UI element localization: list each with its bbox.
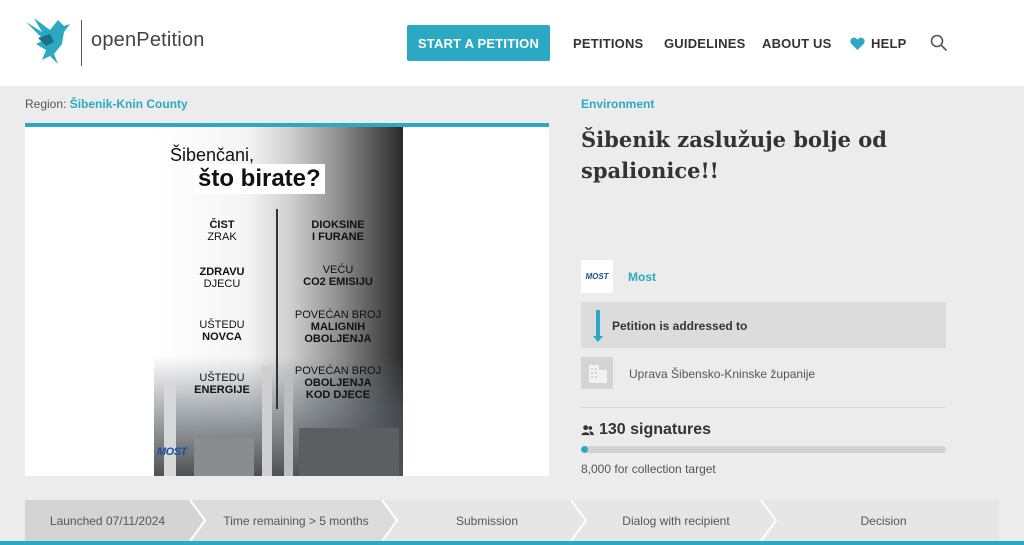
building-icon [581, 357, 613, 389]
start-petition-button[interactable]: START A PETITION [407, 25, 550, 61]
site-header: openPetition START A PETITION PETITIONS … [0, 0, 1024, 86]
poster-building [299, 428, 399, 476]
addressed-to-box: Petition is addressed to [581, 302, 946, 348]
step-dialog: Dialog with recipient [622, 514, 730, 528]
logo-divider [81, 20, 82, 66]
search-icon[interactable] [930, 34, 948, 52]
nav-petitions[interactable]: PETITIONS [573, 36, 643, 51]
poster-line1: Šibenčani, [170, 145, 255, 165]
region-label: Region: [25, 97, 67, 111]
category-link[interactable]: Environment [581, 97, 654, 111]
arrow-head [593, 336, 603, 342]
step-decision: Decision [860, 514, 907, 528]
arrow-down-icon [596, 310, 600, 338]
step-submission: Submission [455, 514, 519, 528]
bird-logo-icon[interactable] [24, 16, 72, 66]
poster-right-item: POVEĆAN BROJ OBOLJENJA KOD DJECE [294, 365, 382, 401]
poster-right-item: DIOKSINE I FURANE [311, 219, 365, 243]
org-logo[interactable]: MOST [581, 260, 613, 293]
bottom-accent-bar [0, 541, 1024, 545]
nav-help-label: HELP [871, 36, 907, 51]
poster-left-item: ZDRAVU DJECU [199, 266, 245, 290]
signatures-count: 130 signatures [581, 421, 711, 439]
poster-left-item: ČIST ZRAK [207, 219, 237, 243]
poster-most-logo: MOST [157, 446, 187, 458]
signature-progress-bar [581, 446, 946, 453]
petition-title: Šibenik zaslužuje bolje od spalionice!! [581, 127, 887, 183]
signatures-text: 130 signatures [599, 421, 712, 438]
nav-about-us[interactable]: ABOUT US [762, 36, 832, 51]
divider [581, 407, 946, 408]
petition-timeline: Launched 07/11/2024 Time remaining > 5 m… [25, 500, 999, 541]
heart-icon [850, 37, 865, 50]
brand-name[interactable]: openPetition [91, 29, 205, 52]
step-time-remaining: Time remaining > 5 months [223, 514, 369, 528]
poster-left-item: UŠTEDU NOVCA [199, 319, 245, 343]
poster-building [194, 438, 254, 476]
nav-help[interactable]: HELP [850, 36, 906, 51]
nav-guidelines[interactable]: GUIDELINES [664, 36, 745, 51]
progress-fill [581, 446, 588, 453]
addressed-to-label: Petition is addressed to [612, 319, 748, 333]
campaign-poster: Šibenčani, što birate? ČIST ZRAK ZDRAVU DJ… [154, 127, 403, 476]
poster-right-item: POVEĆAN BROJ MALIGNIH OBOLJENJA [294, 309, 382, 345]
petition-image: Šibenčani, što birate? ČIST ZRAK ZDRAVU DJ… [25, 127, 549, 476]
region-line: Region: Šibenik-Knin County [25, 97, 188, 111]
poster-line2: što birate? [194, 164, 325, 194]
step-launched: Launched 07/11/2024 [49, 514, 166, 528]
poster-left-item: UŠTEDU ENERGIJE [194, 372, 250, 396]
poster-right-item: VEĆU CO2 EMISIJU [303, 264, 373, 288]
org-name-link[interactable]: Most [628, 270, 656, 284]
collection-target: 8,000 for collection target [581, 462, 716, 476]
users-icon [581, 425, 594, 436]
region-link[interactable]: Šibenik-Knin County [70, 97, 188, 111]
recipient-name: Uprava Šibensko-Kninske županije [629, 367, 816, 381]
